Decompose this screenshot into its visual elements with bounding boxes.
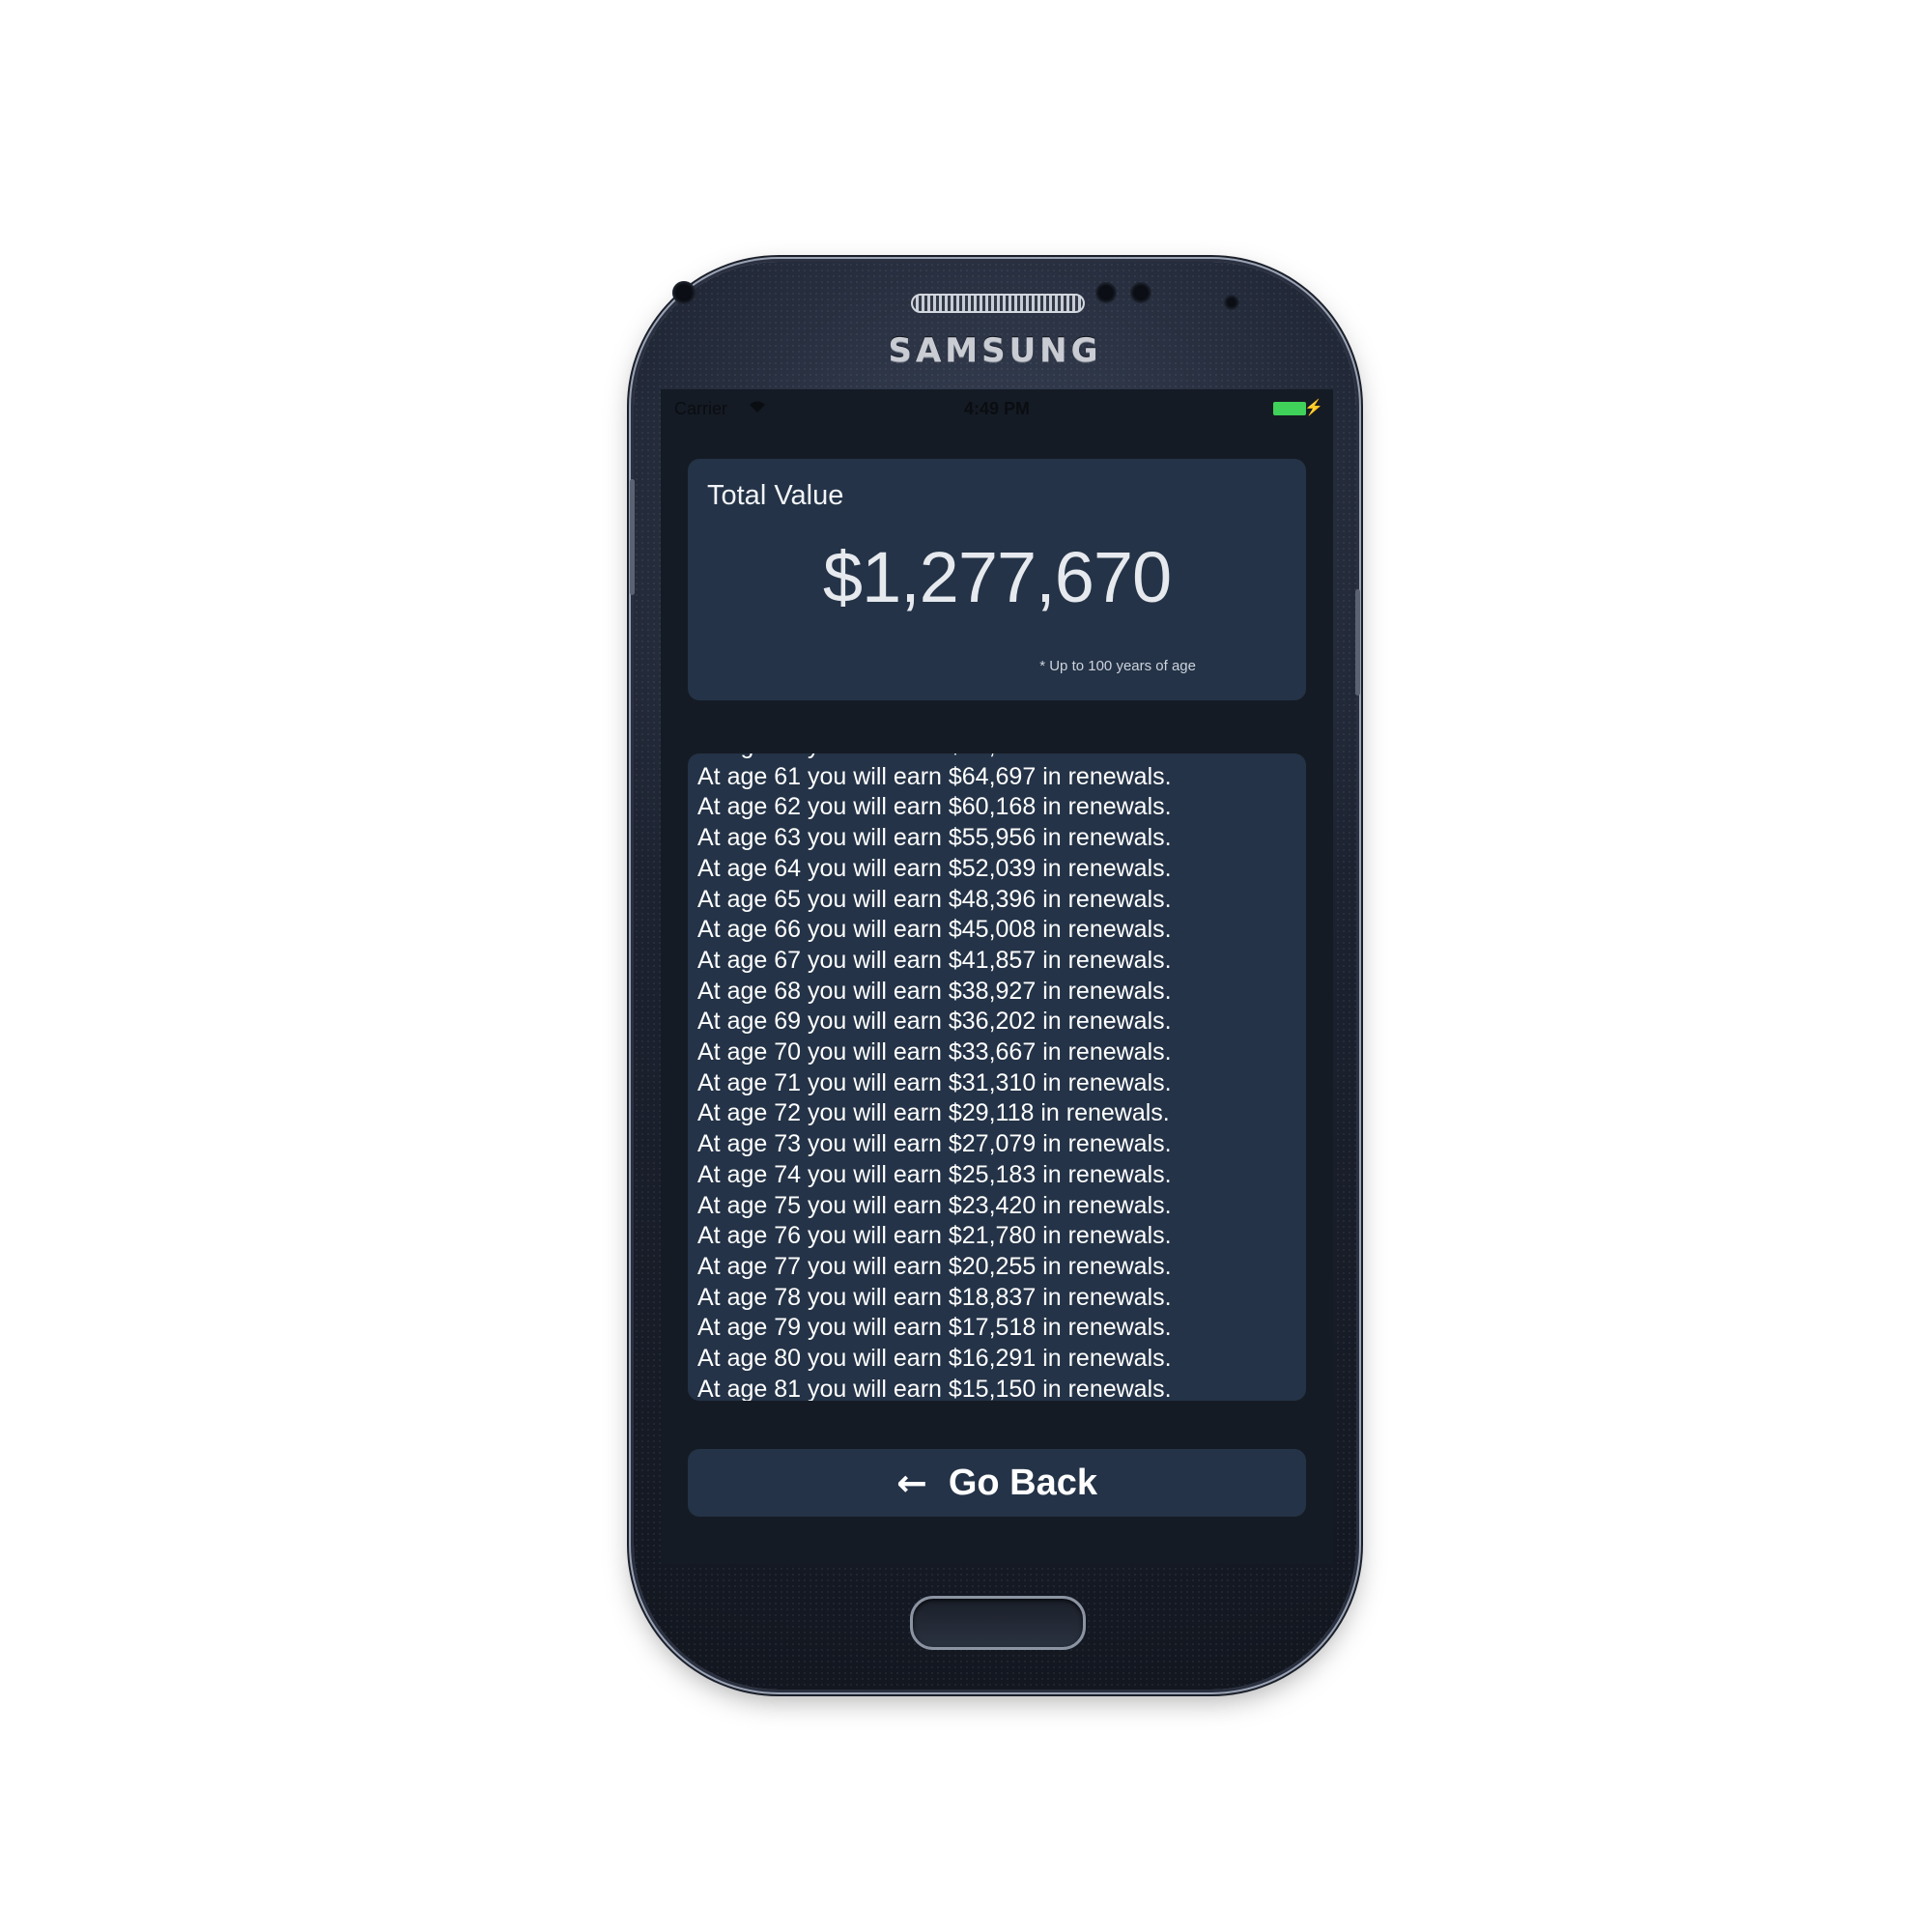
renewal-row: At age 74 you will earn $25,183 in renew…: [697, 1160, 1172, 1188]
brand-logo: SAMSUNG: [888, 331, 1102, 370]
arrow-left-icon: ←: [895, 1462, 927, 1504]
total-value-title: Total Value: [707, 480, 844, 511]
renewal-row: At age 72 you will earn $29,118 in renew…: [697, 1099, 1170, 1127]
renewal-row: At age 78 you will earn $18,837 in renew…: [697, 1283, 1172, 1311]
status-time: 4:49 PM: [963, 399, 1031, 418]
renewal-row: At age 71 you will earn $31,310 in renew…: [697, 1068, 1172, 1096]
go-back-label: Go Back: [948, 1462, 1097, 1503]
renewal-row: At age 76 you will earn $21,780 in renew…: [697, 1222, 1172, 1250]
total-value-amount: $1,277,670: [822, 537, 1172, 617]
renewal-row: At age 70 you will earn $33,667 in renew…: [697, 1038, 1172, 1066]
renewals-list-content: At age 60 you will earn $69,567 in renew…: [697, 753, 1172, 1401]
light-sensor: [1095, 282, 1117, 303]
renewal-row: At age 77 you will earn $20,255 in renew…: [697, 1252, 1172, 1280]
renewal-row: At age 61 you will earn $64,697 in renew…: [697, 762, 1172, 790]
renewal-row: At age 62 you will earn $60,168 in renew…: [697, 793, 1172, 821]
earpiece-speaker: [911, 294, 1085, 313]
go-back-button[interactable]: ← Go Back: [688, 1449, 1306, 1517]
renewal-row: At age 63 you will earn $55,956 in renew…: [697, 824, 1172, 852]
renewal-row: At age 75 you will earn $23,420 in renew…: [697, 1191, 1172, 1219]
battery-icon: [1273, 402, 1306, 415]
app-screen: Carrier 4:49 PM ⚡ Total Value $1,277,670…: [661, 389, 1333, 1564]
renewal-row: At age 65 you will earn $48,396 in renew…: [697, 885, 1172, 913]
renewal-row: At age 69 you will earn $36,202 in renew…: [697, 1008, 1172, 1036]
power-button[interactable]: [1355, 589, 1360, 696]
renewal-row: At age 80 you will earn $16,291 in renew…: [697, 1345, 1172, 1373]
renewal-row: At age 60 you will earn $69,567 in renew…: [697, 753, 1172, 762]
renewal-row: At age 79 you will earn $17,518 in renew…: [697, 1314, 1172, 1342]
total-value-card: Total Value $1,277,670 * Up to 100 years…: [688, 459, 1306, 700]
proximity-sensor: [672, 281, 696, 304]
renewal-row: At age 64 you will earn $52,039 in renew…: [697, 854, 1172, 882]
renewal-row: At age 73 you will earn $27,079 in renew…: [697, 1130, 1172, 1158]
ir-sensor: [1130, 282, 1151, 303]
front-camera: [1224, 295, 1239, 310]
renewal-row: At age 68 you will earn $38,927 in renew…: [697, 977, 1172, 1005]
charging-icon: ⚡: [1304, 400, 1323, 416]
renewals-list[interactable]: At age 60 you will earn $69,567 in renew…: [688, 753, 1306, 1401]
status-bar: Carrier 4:49 PM ⚡: [661, 389, 1333, 428]
age-footnote: * Up to 100 years of age: [1039, 658, 1196, 674]
renewal-row: At age 66 you will earn $45,008 in renew…: [697, 916, 1172, 944]
volume-button[interactable]: [630, 479, 635, 595]
renewal-row: At age 81 you will earn $15,150 in renew…: [697, 1375, 1172, 1401]
renewal-row: At age 67 you will earn $41,857 in renew…: [697, 946, 1172, 974]
home-button[interactable]: [910, 1596, 1086, 1650]
